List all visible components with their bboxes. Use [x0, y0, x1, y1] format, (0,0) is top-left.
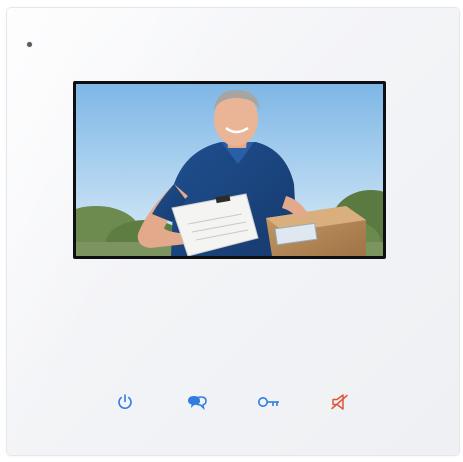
indicator-led-icon: [27, 42, 32, 47]
screen-bezel: [73, 81, 386, 259]
mute-button[interactable]: [327, 389, 353, 415]
talk-button[interactable]: [184, 389, 210, 415]
unlock-button[interactable]: [256, 389, 282, 415]
video-feed-icon: [76, 84, 383, 256]
key-icon: [258, 397, 279, 407]
speaker-mute-icon: [331, 394, 348, 410]
power-button[interactable]: [112, 389, 138, 415]
power-icon: [118, 394, 132, 409]
chat-bubbles-icon: [188, 396, 207, 411]
video-screen: [76, 84, 383, 256]
